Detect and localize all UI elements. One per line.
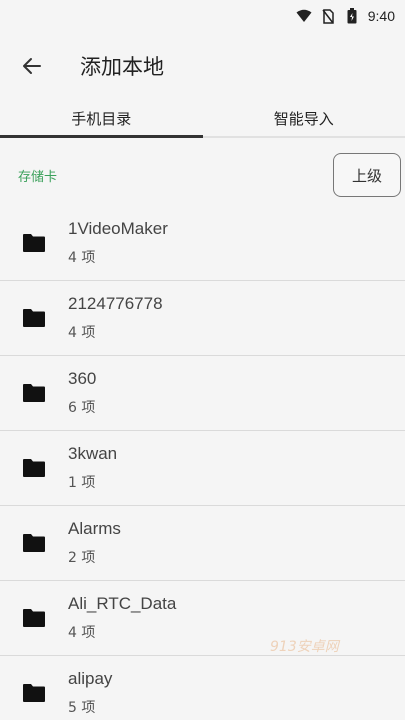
folder-row[interactable]: 360 6 项 [0,356,405,431]
tab-phone-directory[interactable]: 手机目录 [0,100,203,138]
folder-name: Alarms [68,519,121,538]
folder-row[interactable]: 1VideoMaker 4 项 [0,206,405,281]
folder-icon [22,608,48,628]
folder-item-count: 5 项 [68,700,96,716]
watermark: 913安卓网 [270,639,339,655]
folder-name: Ali_RTC_Data [68,594,177,613]
folder-icon [22,458,48,478]
folder-row[interactable]: 3kwan 1 项 [0,431,405,506]
folder-row[interactable]: Alarms 2 项 [0,506,405,581]
folder-item-count: 6 项 [68,400,96,416]
app-bar: 添加本地 [0,32,405,100]
folder-icon [22,533,48,553]
path-row: 存储卡 上级 [0,150,405,200]
folder-row[interactable]: 2124776778 4 项 [0,281,405,356]
tab-smart-import[interactable]: 智能导入 [203,100,405,136]
current-path-label[interactable]: 存储卡 [18,166,57,185]
folder-icon [22,233,48,253]
folder-name: 3kwan [68,444,118,463]
folder-name: 1VideoMaker [68,219,168,238]
parent-directory-button[interactable]: 上级 [333,153,401,197]
status-time: 9:40 [367,8,395,24]
folder-name: 360 [68,369,97,388]
no-sim-icon [320,8,336,24]
folder-item-count: 1 项 [68,475,96,491]
folder-icon [22,308,48,328]
folder-item-count: 4 项 [68,325,96,341]
tab-bar: 手机目录 智能导入 [0,100,405,138]
battery-icon [344,8,360,24]
folder-row[interactable]: Ali_RTC_Data 4 项 [0,581,405,656]
back-button[interactable] [12,46,52,86]
folder-item-count: 4 项 [68,250,96,266]
folder-icon [22,683,48,703]
folder-icon [22,383,48,403]
page-title: 添加本地 [80,55,164,79]
folder-list: 1VideoMaker 4 项 2124776778 4 项 360 6 项 3… [0,206,405,720]
arrow-left-icon [23,58,41,74]
wifi-icon [296,8,312,24]
folder-row[interactable]: alipay 5 项 [0,656,405,720]
folder-item-count: 4 项 [68,625,96,641]
folder-name: 2124776778 [68,294,163,313]
folder-item-count: 2 项 [68,550,96,566]
folder-name: alipay [68,669,113,688]
status-bar: 9:40 [0,0,405,32]
